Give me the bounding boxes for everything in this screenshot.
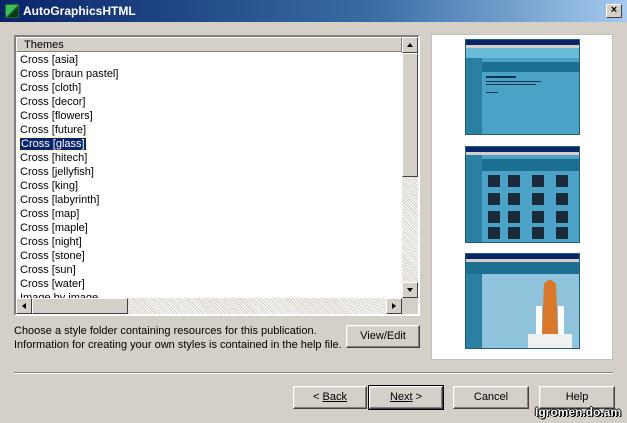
theme-item-label: Cross [sun] — [20, 264, 76, 276]
theme-item-label: Cross [night] — [20, 236, 82, 248]
next-button[interactable]: Next > — [368, 385, 444, 410]
arrow-right-icon — [392, 303, 396, 309]
app-icon — [5, 4, 19, 18]
theme-list-item[interactable]: Cross [cloth] — [18, 81, 402, 95]
theme-item-label: Cross [labyrinth] — [20, 194, 100, 206]
next-suffix: > — [412, 391, 423, 403]
preview-thumbnail-2 — [465, 146, 580, 243]
scroll-right-button[interactable] — [386, 298, 402, 314]
theme-list-item[interactable]: Cross [night] — [18, 235, 402, 249]
theme-item-label: Cross [future] — [20, 124, 87, 136]
theme-list-item[interactable]: Cross [hitech] — [18, 151, 402, 165]
theme-list-item[interactable]: Cross [stone] — [18, 249, 402, 263]
themes-list[interactable]: Cross [asia] Cross [braun pastel] Cross [c… — [18, 53, 402, 305]
back-button[interactable]: < Back — [293, 386, 367, 409]
vertical-scroll-thumb[interactable] — [402, 53, 418, 177]
description-line-2: Information for creating your own styles… — [14, 339, 342, 351]
theme-list-item[interactable]: Cross [labyrinth] — [18, 193, 402, 207]
next-label: Next — [389, 391, 413, 403]
arrow-down-icon — [407, 288, 413, 292]
scroll-down-button[interactable] — [402, 282, 418, 298]
page-preview-icon — [466, 45, 579, 134]
description-line-1: Choose a style folder containing resourc… — [14, 325, 317, 337]
theme-item-label: Cross [cloth] — [20, 82, 82, 94]
theme-list-item[interactable]: Cross [king] — [18, 179, 402, 193]
scroll-up-button[interactable] — [402, 37, 418, 53]
theme-list-item[interactable]: Cross [future] — [18, 123, 402, 137]
watermark-text: Igromen.do.am — [534, 405, 621, 419]
view-edit-button[interactable]: View/Edit — [346, 325, 420, 348]
shuttle-preview-icon — [466, 254, 579, 348]
theme-item-label: Cross [king] — [20, 180, 79, 192]
window-title: AutoGraphicsHTML — [23, 4, 136, 18]
themes-column-header[interactable]: Themes — [16, 37, 402, 52]
theme-list-item[interactable]: Cross [decor] — [18, 95, 402, 109]
theme-list-item[interactable]: Cross [maple] — [18, 221, 402, 235]
theme-item-label: Cross [maple] — [20, 222, 88, 234]
theme-list-item[interactable]: Cross [asia] — [18, 53, 402, 67]
theme-list-item[interactable]: Cross [sun] — [18, 263, 402, 277]
theme-item-label: Cross [map] — [20, 208, 80, 220]
theme-item-label: Cross [jellyfish] — [20, 166, 94, 178]
theme-item-label: Cross [hitech] — [20, 152, 88, 164]
vertical-scrollbar[interactable] — [402, 37, 418, 298]
horizontal-scrollbar[interactable] — [16, 298, 402, 314]
footer-divider — [14, 372, 613, 374]
title-bar: AutoGraphicsHTML × — [0, 0, 627, 22]
theme-item-label: Cross [stone] — [20, 250, 85, 262]
arrow-up-icon — [407, 43, 413, 47]
scroll-left-button[interactable] — [16, 298, 32, 314]
gallery-preview-icon — [466, 147, 579, 242]
theme-list-item[interactable]: Cross [flowers] — [18, 109, 402, 123]
theme-list-item[interactable]: Cross [glass] — [18, 137, 402, 151]
horizontal-scroll-thumb[interactable] — [32, 298, 128, 314]
scrollbar-corner — [402, 298, 418, 314]
theme-list-item[interactable]: Cross [map] — [18, 207, 402, 221]
themes-header-label: Themes — [24, 39, 64, 51]
theme-item-label: Cross [asia] — [20, 54, 79, 66]
theme-item-label: Cross [glass] — [19, 137, 87, 151]
close-button[interactable]: × — [606, 4, 622, 18]
preview-thumbnail-3 — [465, 253, 580, 349]
theme-item-label: Cross [flowers] — [20, 110, 93, 122]
theme-item-label: Cross [decor] — [20, 96, 86, 108]
themes-listbox[interactable]: Themes Cross [asia] Cross [braun pastel] C… — [14, 35, 420, 316]
theme-list-item[interactable]: Cross [jellyfish] — [18, 165, 402, 179]
theme-preview-panel — [431, 34, 613, 360]
theme-item-label: Cross [braun pastel] — [20, 68, 119, 80]
theme-item-label: Cross [water] — [20, 278, 85, 290]
theme-list-item[interactable]: Cross [braun pastel] — [18, 67, 402, 81]
back-prefix: < — [313, 391, 323, 403]
description-text: Choose a style folder containing resourc… — [14, 324, 344, 352]
preview-thumbnail-1 — [465, 39, 580, 135]
back-label: Back — [322, 391, 347, 403]
arrow-left-icon — [22, 303, 26, 309]
theme-list-item[interactable]: Cross [water] — [18, 277, 402, 291]
cancel-button[interactable]: Cancel — [453, 386, 529, 409]
